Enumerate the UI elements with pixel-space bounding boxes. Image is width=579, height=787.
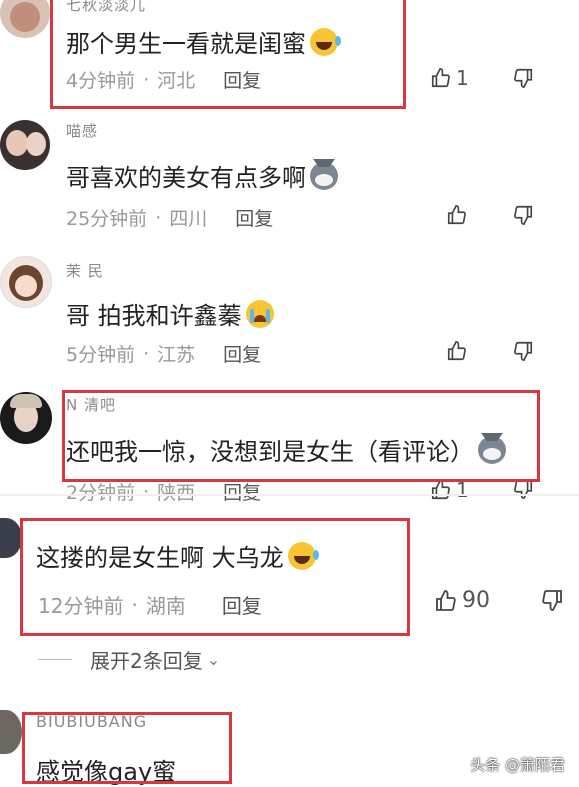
thumbs-down-icon [514, 341, 533, 361]
comment-text: 还吧我一惊，没想到是女生（看评论） [66, 432, 506, 467]
dislike-button[interactable] [512, 204, 534, 226]
husky-dog-emoji-icon [478, 432, 506, 464]
comment-item: 茉 民 哥 拍我和许鑫蓁 5分钟前 · 江苏 回复 [0, 250, 579, 378]
comment-text: 哥 拍我和许鑫蓁 [66, 296, 274, 331]
comment-text-content: 这搂的是女生啊 大乌龙 [36, 544, 284, 572]
comment-text-content: 那个男生一看就是闺蜜 [66, 30, 306, 58]
comment-time: 12分钟前 [38, 594, 124, 618]
laugh-cry-emoji-icon [310, 27, 341, 56]
comment-time: 25分钟前 [66, 208, 148, 230]
comment-text-content: 哥 拍我和许鑫蓁 [66, 302, 242, 330]
comment-text-content: 感觉像gay蜜 [36, 758, 177, 786]
comment-item: 喵感 哥喜欢的美女有点多啊 25分钟前 · 四川 回复 [0, 118, 579, 240]
comment-time: 4分钟前 [66, 70, 136, 92]
comment-username[interactable]: N 清吧 [66, 394, 116, 415]
husky-dog-emoji-icon [310, 158, 338, 190]
expand-replies-label: 展开2条回复 [90, 649, 203, 673]
thumbs-down-icon [514, 68, 533, 88]
like-count: 1 [456, 66, 469, 90]
avatar[interactable] [0, 392, 52, 444]
comment-meta: 25分钟前 · 四川 回复 [66, 204, 273, 231]
comment-username[interactable]: 喵感 [66, 120, 98, 141]
thumbs-up-icon [447, 341, 466, 361]
comment-location: 江苏 [157, 344, 196, 366]
comment-meta: 5分钟前 · 江苏 回复 [66, 340, 261, 367]
dislike-button[interactable] [512, 478, 534, 500]
dislike-button[interactable] [540, 588, 564, 612]
like-button[interactable] [446, 204, 472, 226]
reply-button[interactable]: 回复 [235, 204, 273, 231]
screenshot-seam [0, 494, 579, 496]
comment-username[interactable]: 七秋淡淡儿 [66, 0, 146, 15]
thumbs-down-icon [542, 590, 562, 611]
avatar[interactable] [0, 518, 22, 558]
reply-button[interactable]: 回复 [223, 66, 261, 93]
chevron-down-icon: ⌄ [206, 650, 221, 669]
watermark: 头条 @萧陌君 [470, 756, 565, 774]
comment-location: 河北 [157, 70, 196, 92]
like-button[interactable]: 1 [430, 66, 469, 90]
thumbs-down-icon [514, 205, 533, 225]
avatar[interactable] [0, 120, 50, 170]
like-button[interactable]: 1 [430, 478, 469, 502]
dislike-button[interactable] [512, 340, 534, 362]
comment-item: 七秋淡淡儿 那个男生一看就是闺蜜 4分钟前 · 河北 回复 1 [0, 0, 579, 112]
crying-emoji-icon [245, 299, 274, 328]
comment-location: 四川 [169, 208, 208, 230]
expand-replies-button[interactable]: 展开2条回复 ⌄ [38, 645, 220, 674]
like-count: 1 [456, 478, 469, 502]
avatar[interactable] [0, 710, 22, 754]
comment-username[interactable]: BIUBIUBANG [36, 712, 147, 731]
comment-item: N 清吧 还吧我一惊，没想到是女生（看评论） 2分钟前 · 陕西 回复 1 [0, 388, 579, 504]
comment-text-content: 哥喜欢的美女有点多啊 [66, 164, 306, 192]
laugh-cry-emoji-icon [287, 541, 319, 570]
comment-meta: 12分钟前 · 湖南 回复 [38, 590, 262, 619]
avatar[interactable] [0, 256, 52, 308]
reply-button[interactable]: 回复 [222, 590, 262, 619]
comment-text: 那个男生一看就是闺蜜 [66, 24, 341, 59]
like-button[interactable]: 90 [434, 588, 490, 613]
thumbs-up-icon [431, 68, 450, 88]
comment-text: 哥喜欢的美女有点多啊 [66, 158, 338, 193]
comment-item: 这搂的是女生啊 大乌龙 12分钟前 · 湖南 回复 90 [0, 500, 579, 640]
comment-username[interactable]: 茉 民 [66, 260, 104, 281]
divider [38, 659, 72, 660]
comment-text: 这搂的是女生啊 大乌龙 [36, 538, 319, 573]
thumbs-up-icon [436, 589, 456, 611]
dislike-button[interactable] [512, 67, 534, 89]
comment-time: 5分钟前 [66, 344, 136, 366]
avatar[interactable] [0, 0, 50, 38]
comment-location: 湖南 [145, 594, 186, 618]
thumbs-down-icon [514, 479, 533, 499]
thumbs-up-icon [447, 205, 466, 225]
comment-text-content: 还吧我一惊，没想到是女生（看评论） [66, 438, 474, 466]
like-button[interactable] [446, 340, 472, 362]
reply-button[interactable]: 回复 [223, 340, 261, 367]
comment-text: 感觉像gay蜜 [36, 752, 176, 787]
like-count: 90 [462, 588, 490, 613]
thumbs-up-icon [431, 480, 450, 500]
comment-meta: 4分钟前 · 河北 回复 [66, 66, 261, 93]
